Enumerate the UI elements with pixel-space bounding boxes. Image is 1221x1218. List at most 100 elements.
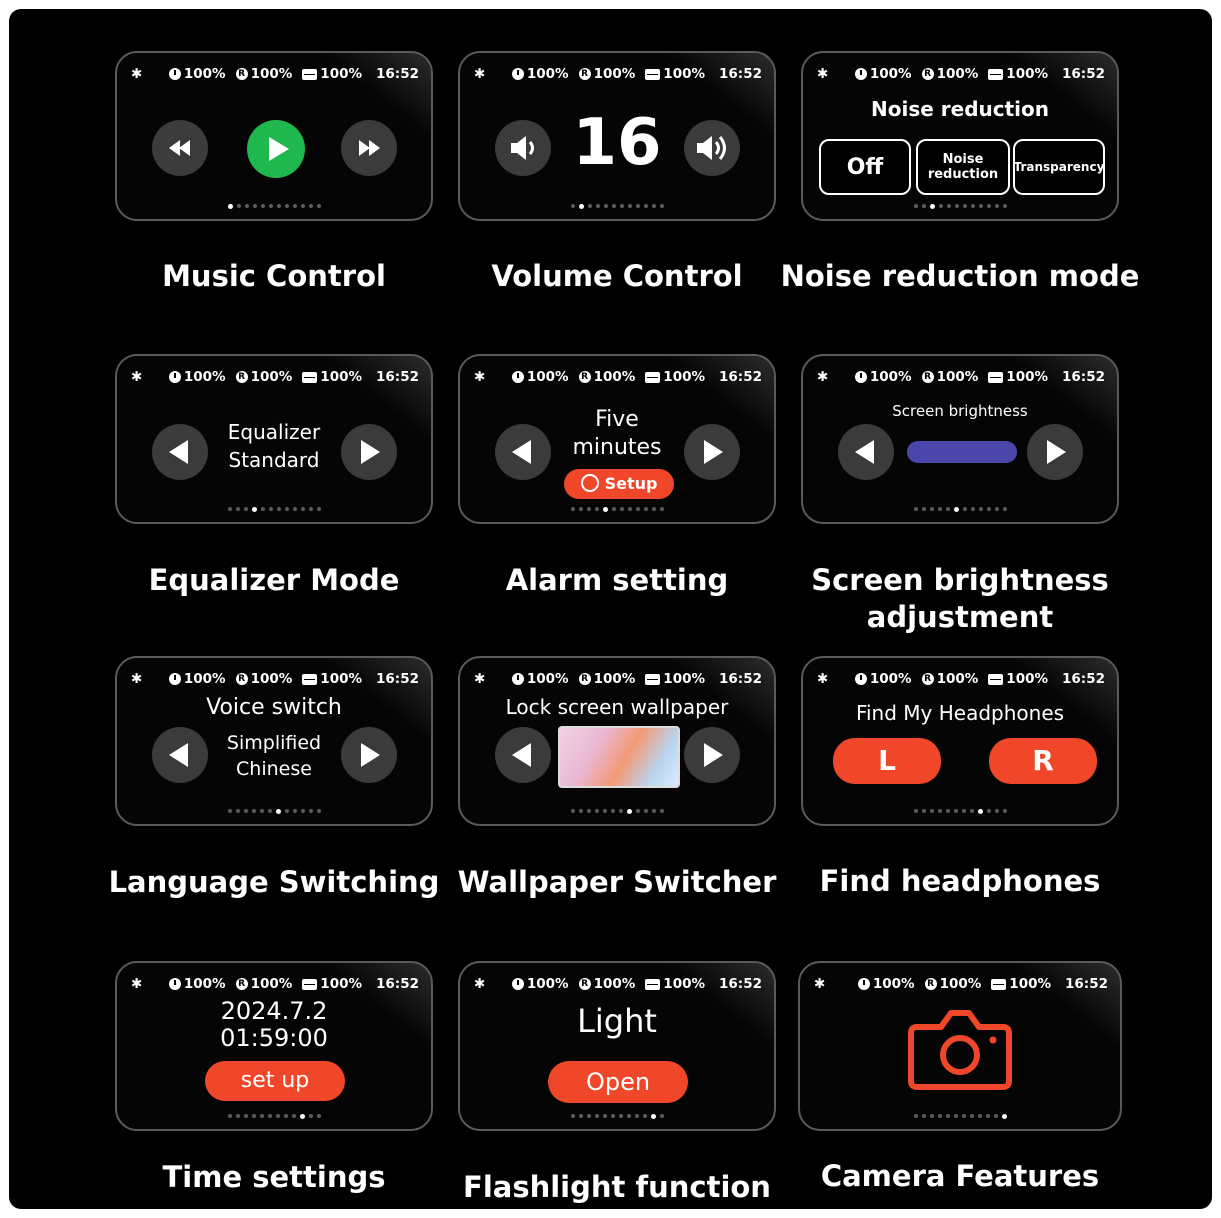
status-bar: ✱ 100% R 100% 100% 16:52 [474,64,762,84]
page-dot [316,204,321,208]
page-dot [260,204,265,208]
arrow-right-icon [704,743,723,767]
noise-option-transparency[interactable]: Transparency [1013,139,1105,195]
noise-option-noise-reduction[interactable]: Noise reduction [916,139,1010,195]
clock-icon [168,68,181,80]
page-dot [267,809,272,813]
caption: Volume Control [491,259,743,293]
caption: Camera Features [820,1159,1100,1193]
screen-title: Screen brightness [892,402,1028,420]
time-setup-button[interactable]: set up [205,1061,345,1101]
next-button[interactable] [684,424,740,480]
page-dot [594,507,599,511]
battery-level: 100% [663,369,706,385]
right-earbud-icon: R [235,673,248,685]
find-left-button[interactable]: L [833,738,941,784]
clock-display: 01:59:00 [220,1024,328,1052]
alarm-setup-button[interactable]: Setup [564,469,674,499]
caption: Noise reduction mode [780,259,1140,293]
battery-level: 100% [1006,671,1049,687]
page-dot [626,1114,631,1118]
page-dot [994,809,999,813]
flashlight-open-button[interactable]: Open [548,1061,688,1103]
brightness-up-button[interactable] [1027,424,1083,480]
status-time: 16:52 [1062,369,1105,385]
page-dot [994,204,999,208]
bluetooth-icon: ✱ [131,671,143,687]
page-indicator [460,507,774,512]
page-dot [602,809,607,813]
next-track-button[interactable] [341,120,397,176]
battery-level: 100% [1006,66,1049,82]
clock-icon [511,673,524,685]
page-dot [962,507,967,511]
page-dot [316,507,321,511]
device-screen: ✱ 100% R 100% 100% 16:52 16 [458,51,776,221]
clock-level: 100% [183,671,226,687]
page-dot [602,1114,607,1118]
page-dot [994,507,999,511]
status-bar: ✱ 100% R 100% 100% 16:52 [131,669,419,689]
page-dot [970,204,975,208]
page-dot [618,1114,623,1118]
page-dot-active [602,507,608,512]
previous-wallpaper-button[interactable] [495,727,551,783]
page-dot [586,1114,591,1118]
bluetooth-icon: ✱ [131,369,143,385]
clock-icon [168,673,181,685]
find-right-button[interactable]: R [989,738,1097,784]
clock-level: 100% [869,66,912,82]
next-wallpaper-button[interactable] [684,727,740,783]
page-dot [292,507,297,511]
page-dot [953,809,958,813]
status-time: 16:52 [376,671,419,687]
camera-icon[interactable] [905,1005,1015,1091]
brightness-down-button[interactable] [838,424,894,480]
page-dot [587,204,592,208]
previous-track-button[interactable] [152,120,208,176]
play-button[interactable] [247,120,305,178]
page-dot [243,809,248,813]
page-dot [292,809,297,813]
page-dot [610,1114,615,1118]
page-dot [259,809,264,813]
page-dot [276,204,281,208]
page-indicator [803,507,1117,512]
page-dot [570,507,575,511]
page-dot [611,204,616,208]
case-battery-icon [302,673,318,685]
battery-level: 100% [320,66,363,82]
case-battery-icon [645,68,661,80]
page-dot [611,507,616,511]
page-dot [986,809,991,813]
page-indicator [803,204,1117,209]
status-time: 16:52 [376,976,419,992]
page-dot [986,507,991,511]
page-dot [961,1114,966,1118]
clock-level: 100% [183,369,226,385]
brightness-slider[interactable] [907,441,1017,463]
noise-option-off[interactable]: Off [819,139,911,195]
page-dot [937,809,942,813]
case-battery-icon [645,673,661,685]
page-indicator [800,1114,1120,1119]
status-bar: ✱ 100% R 100% 100% 16:52 [131,64,419,84]
right-earbud-icon: R [921,371,934,383]
page-dot [300,507,305,511]
volume-up-button[interactable] [684,120,740,176]
status-time: 16:52 [719,976,762,992]
wallpaper-thumbnail[interactable] [558,726,680,788]
earbud-level: 100% [593,671,636,687]
device-screen: ✱ 100% R 100% 100% 16:52 Light Open [458,961,776,1131]
next-button[interactable] [341,727,397,783]
caption: Language Switching [108,865,440,899]
page-dot [594,1114,599,1118]
page-dot [251,1114,256,1118]
page-dot [978,204,983,208]
page-dot [235,1114,240,1118]
screen-title: Noise reduction [871,97,1049,121]
next-button[interactable] [341,424,397,480]
page-dot [251,809,256,813]
page-dot [635,204,640,208]
right-earbud-icon: R [578,673,591,685]
